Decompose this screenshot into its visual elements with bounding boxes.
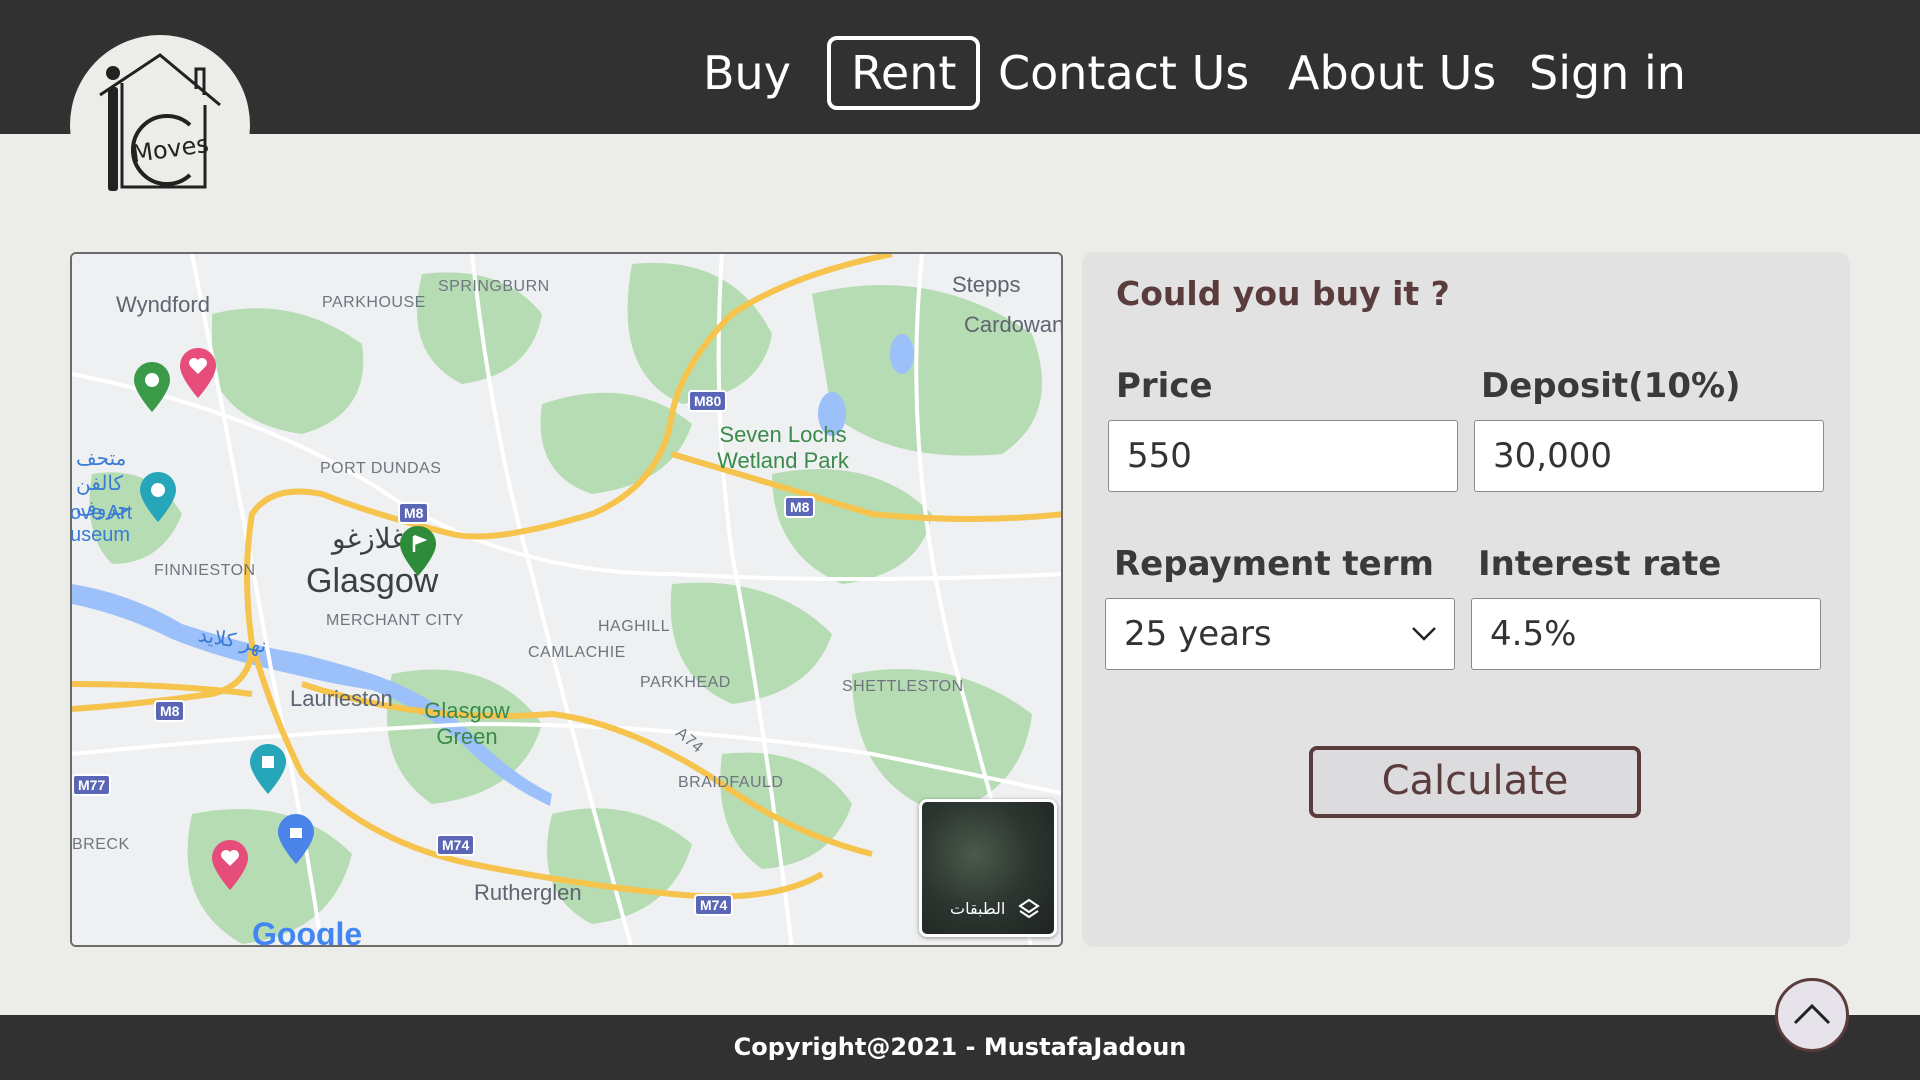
deposit-input[interactable]: 30,000	[1474, 420, 1824, 492]
map-label-glasgow-green: Glasgow Green	[424, 698, 510, 749]
repayment-term-select[interactable]: 25 years	[1105, 598, 1455, 670]
deposit-label: Deposit(10%)	[1481, 366, 1741, 406]
map-pin-heart-icon[interactable]	[180, 348, 216, 398]
map-label-camlachie: CAMLACHIE	[528, 644, 626, 661]
chevron-up-icon	[1793, 1003, 1831, 1025]
repayment-term-value: 25 years	[1124, 614, 1272, 654]
road-shield-m80: M80	[688, 390, 728, 412]
map-label-museum: ove Art useum	[70, 502, 133, 546]
copyright-text: Copyright@2021 - MustafaJadoun	[733, 1033, 1187, 1061]
road-shield-m8-c: M8	[154, 700, 186, 722]
house-logo-icon	[99, 53, 221, 191]
calculator-title: Could you buy it ?	[1116, 274, 1450, 313]
map-label-laurieston: Laurieston	[290, 686, 393, 711]
footer: Copyright@2021 - MustafaJadoun	[0, 1015, 1920, 1080]
road-shield-m8-b: M8	[784, 496, 816, 518]
map-label-braidfauld: BRAIDFAULD	[678, 774, 784, 791]
map-label-springburn: SPRINGBURN	[438, 278, 550, 295]
interest-rate-input[interactable]: 4.5%	[1471, 598, 1821, 670]
map-label-cardowan: Cardowan	[964, 312, 1063, 337]
map-label-haghill: HAGHILL	[598, 618, 670, 635]
road-shield-m77: M77	[72, 774, 112, 796]
back-to-top-button[interactable]	[1775, 978, 1849, 1052]
chevron-down-icon	[1412, 627, 1436, 641]
map-label-shettleston: SHETTLESTON	[842, 678, 964, 695]
nav-contact-us[interactable]: Contact Us	[998, 36, 1249, 110]
map-pin-heart-icon[interactable]	[212, 840, 248, 890]
map-label-parkhouse: PARKHOUSE	[322, 294, 426, 311]
layers-icon	[1018, 898, 1040, 919]
map-embed[interactable]: Wyndford PARKHOUSE SPRINGBURN Stepps Car…	[70, 252, 1063, 947]
price-input[interactable]: 550	[1108, 420, 1458, 492]
map-label-stepps: Stepps	[952, 272, 1021, 297]
repayment-term-label: Repayment term	[1114, 544, 1434, 584]
map-pin-park-icon[interactable]	[134, 362, 170, 412]
map-pin-museum-icon[interactable]	[140, 472, 176, 522]
map-pin-flag-icon[interactable]	[400, 526, 436, 576]
nav-rent[interactable]: Rent	[827, 36, 981, 110]
nav-buy[interactable]: Buy	[703, 36, 791, 110]
calculate-button[interactable]: Calculate	[1309, 746, 1641, 818]
map-label-glasgow-arabic: غلازغو	[332, 523, 406, 554]
mortgage-calculator: Could you buy it ? Price 550 Deposit(10%…	[1082, 252, 1850, 947]
map-label-wyndford: Wyndford	[116, 292, 210, 317]
nav-about-us[interactable]: About Us	[1288, 36, 1496, 110]
map-label-breck: BRECK	[72, 836, 130, 853]
map-label-rutherglen: Rutherglen	[474, 880, 582, 905]
map-layers-label: الطبقات	[950, 899, 1006, 918]
map-layers-button[interactable]: الطبقات	[919, 799, 1057, 937]
map-label-port-dundas: PORT DUNDAS	[320, 460, 442, 477]
road-shield-m74-a: M74	[436, 834, 476, 856]
map-pin-transit-icon[interactable]	[250, 744, 286, 794]
site-logo[interactable]: Moves	[70, 35, 250, 215]
road-shield-m8-a: M8	[398, 502, 430, 524]
map-pin-shopping-icon[interactable]	[278, 814, 314, 864]
map-label-merchant-city: MERCHANT CITY	[326, 612, 464, 629]
map-label-seven-lochs: Seven Lochs Wetland Park	[717, 422, 849, 473]
map-label-parkhead: PARKHEAD	[640, 674, 731, 691]
road-shield-m74-b: M74	[694, 894, 734, 916]
map-label-finnieston: FINNIESTON	[154, 562, 256, 579]
price-label: Price	[1116, 366, 1213, 406]
google-watermark: Google	[252, 916, 363, 947]
nav-sign-in[interactable]: Sign in	[1529, 36, 1686, 110]
interest-rate-label: Interest rate	[1478, 544, 1722, 584]
